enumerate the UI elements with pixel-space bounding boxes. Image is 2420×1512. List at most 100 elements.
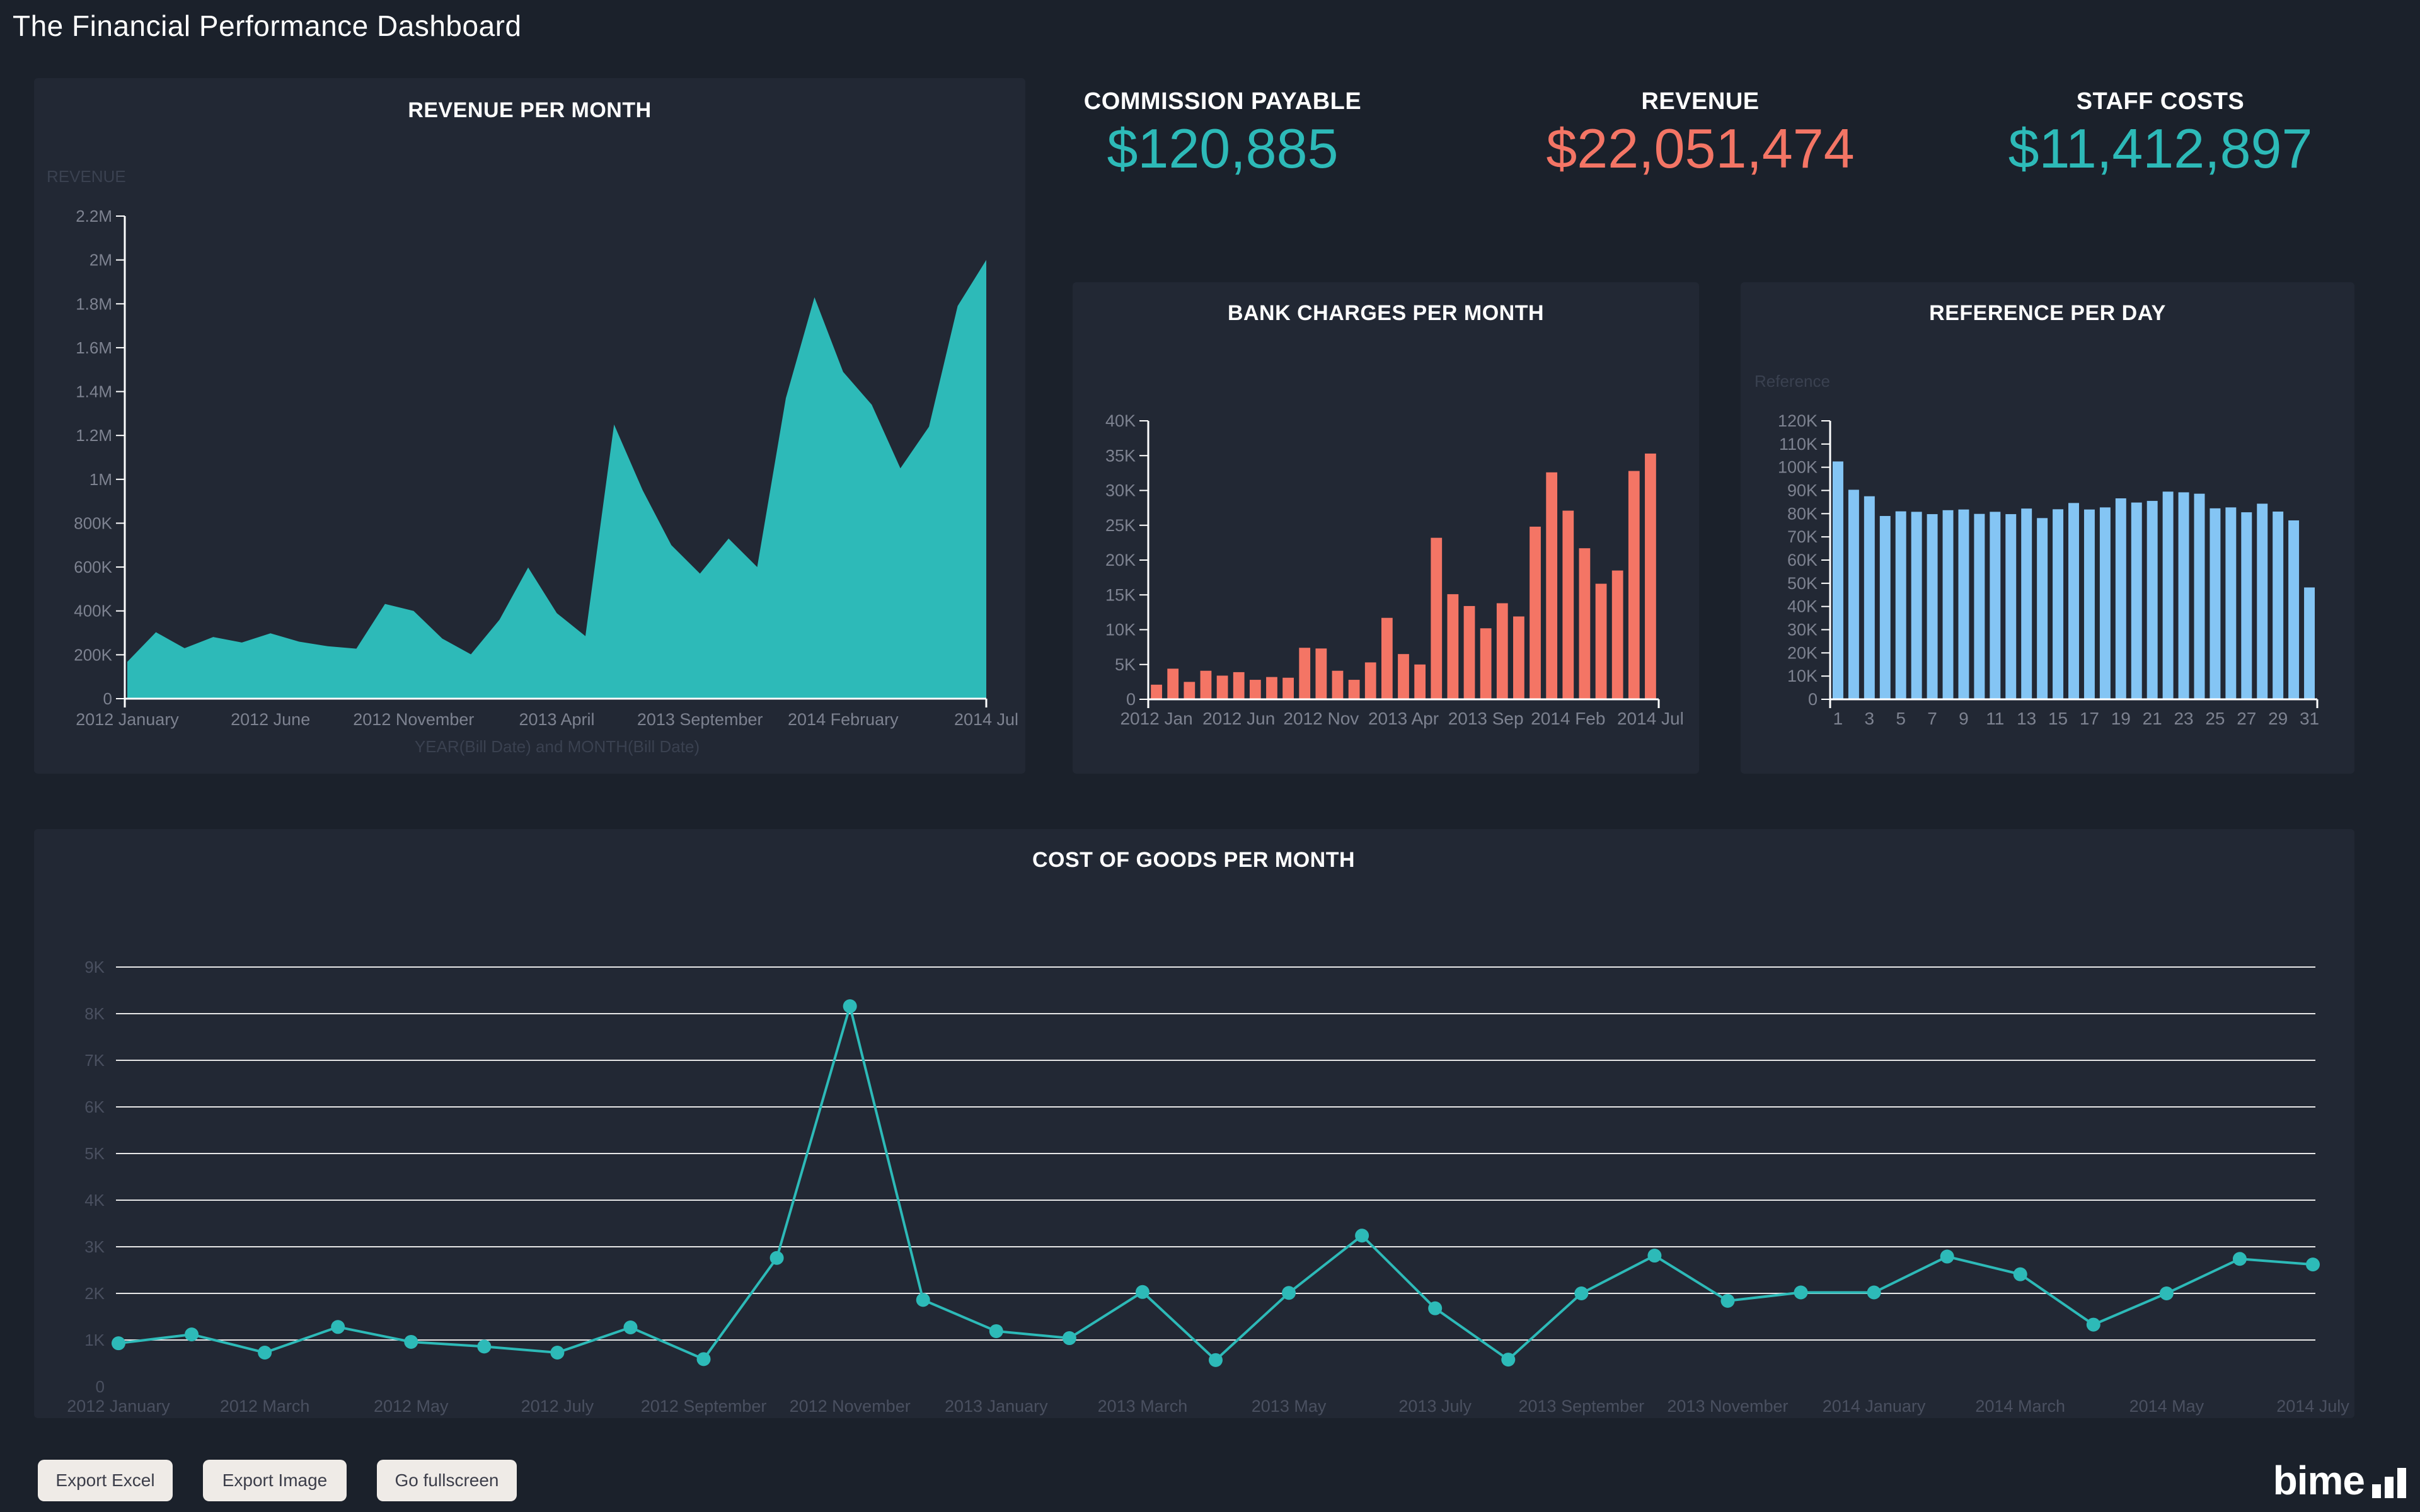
bar (2304, 587, 2315, 699)
cost-point (2159, 1286, 2174, 1300)
bar (2241, 512, 2252, 699)
bar (1645, 453, 1656, 699)
bar (2083, 509, 2095, 699)
bar (1480, 628, 1492, 699)
bar (1447, 594, 1459, 699)
x-tick-label: 2012 Jan (1120, 709, 1192, 728)
y-tick-label: 40K (1105, 411, 1136, 430)
x-tick-label: 31 (2300, 709, 2319, 728)
kpi-label: REVENUE (1641, 88, 1760, 115)
bar (1216, 675, 1228, 699)
x-tick-label: 27 (2237, 709, 2256, 728)
cost-point (1501, 1353, 1516, 1367)
cost-point (1867, 1285, 1881, 1300)
bar (1398, 654, 1409, 699)
x-tick-label: 2012 March (220, 1397, 310, 1416)
x-tick-label: 2012 July (521, 1397, 594, 1416)
x-tick-label: 2012 September (641, 1397, 767, 1416)
x-tick-label: 2014 March (1975, 1397, 2065, 1416)
bars-icon (2372, 1468, 2406, 1498)
y-tick-label: 20K (1787, 643, 1818, 662)
bar (1595, 583, 1607, 699)
bar (1927, 514, 1938, 699)
y-tick-label: 1K (84, 1331, 105, 1349)
cost-point (112, 1336, 125, 1351)
bar (1233, 672, 1245, 699)
bar (2162, 491, 2174, 699)
bar (1864, 496, 1875, 699)
cost-point (843, 999, 857, 1014)
export-excel-button[interactable]: Export Excel (38, 1460, 173, 1501)
bar (1200, 670, 1212, 699)
cost-point (1282, 1286, 1296, 1300)
bar (1628, 471, 1640, 699)
bar (1832, 461, 1843, 699)
cost-point (1574, 1286, 1589, 1300)
bank-charges-panel: BANK CHARGES PER MONTH 0 5K 10K 15K 20K 25K 30… (1073, 282, 1699, 774)
kpi-value: $11,412,897 (2008, 117, 2313, 180)
y-tick-label: 2K (84, 1284, 105, 1303)
bar (1463, 605, 1475, 699)
bar (2068, 503, 2079, 699)
x-tick-label: 23 (2174, 709, 2193, 728)
x-tick-label: 2013 Sep (1448, 709, 1524, 728)
y-tick-label: 40K (1787, 597, 1818, 616)
y-tick-label: 110K (1779, 435, 1818, 454)
y-tick-label: 80K (1787, 504, 1818, 523)
y-tick-label: 1.6M (76, 338, 112, 357)
x-tick-label: 2012 May (374, 1397, 449, 1416)
cost-line (118, 1001, 2313, 1362)
bar (1879, 516, 1891, 699)
x-tick-label: 3 (1865, 709, 1875, 728)
y-tick-label: 7K (84, 1051, 105, 1070)
cost-point (2086, 1317, 2100, 1332)
y-tick-label: 4K (84, 1191, 105, 1210)
y-tick-label: 30K (1105, 481, 1136, 500)
bar (1151, 684, 1162, 699)
export-image-button[interactable]: Export Image (203, 1460, 347, 1501)
y-tick-label: 6K (84, 1097, 105, 1116)
x-tick-label: 15 (2048, 709, 2068, 728)
kpi-value: $120,885 (1107, 117, 1339, 180)
x-tick-label: 2013 November (1667, 1397, 1788, 1416)
y-tick-label: 2.2M (76, 207, 112, 226)
y-tick-label: 25K (1105, 516, 1136, 535)
bar (1249, 680, 1261, 699)
x-tick-label: 5 (1896, 709, 1906, 728)
y-tick-label: 800K (74, 513, 112, 532)
bar (1167, 668, 1179, 699)
revenue-panel: REVENUE PER MONTH REVENUE 0 200K 400K 600K 80… (34, 78, 1025, 774)
x-tick-label: 7 (1927, 709, 1937, 728)
kpi-commission-payable: COMMISSION PAYABLE $120,885 (1027, 88, 1418, 181)
x-tick-label: 2012 January (76, 710, 179, 729)
bar (2099, 507, 2111, 699)
y-tick-label: 600K (74, 558, 112, 576)
y-tick-label: 10K (1105, 621, 1136, 639)
cost-point (916, 1293, 930, 1307)
y-tick-label: 70K (1787, 527, 1818, 546)
y-tick-label: 15K (1105, 585, 1136, 604)
x-tick-label: 21 (2143, 709, 2162, 728)
x-tick-label: 2012 November (790, 1397, 911, 1416)
x-tick-label: 2014 Feb (1531, 709, 1605, 728)
kpi-label: STAFF COSTS (2076, 88, 2245, 115)
x-tick-label: 2013 Apr (1368, 709, 1439, 728)
cost-point (1428, 1301, 1443, 1315)
y-tick-label: 400K (74, 602, 112, 621)
bar (2288, 520, 2300, 699)
bar (1431, 537, 1443, 699)
x-tick-label: 2014 January (1823, 1397, 1926, 1416)
y-tick-label: 2M (89, 251, 112, 270)
bar (2021, 508, 2032, 699)
x-tick-label: 2014 Jul (954, 710, 1018, 729)
x-tick-label: 2012 January (67, 1397, 170, 1416)
x-tick-label: 2013 May (1252, 1397, 1327, 1416)
go-fullscreen-button[interactable]: Go fullscreen (377, 1460, 517, 1501)
x-tick-label: 2014 May (2129, 1397, 2204, 1416)
bar (2005, 514, 2017, 699)
cost-point (185, 1327, 199, 1342)
bar (2053, 509, 2064, 699)
x-tick-label: 2012 Jun (1202, 709, 1275, 728)
bar (1348, 680, 1360, 699)
y-tick-label: 20K (1105, 551, 1136, 570)
